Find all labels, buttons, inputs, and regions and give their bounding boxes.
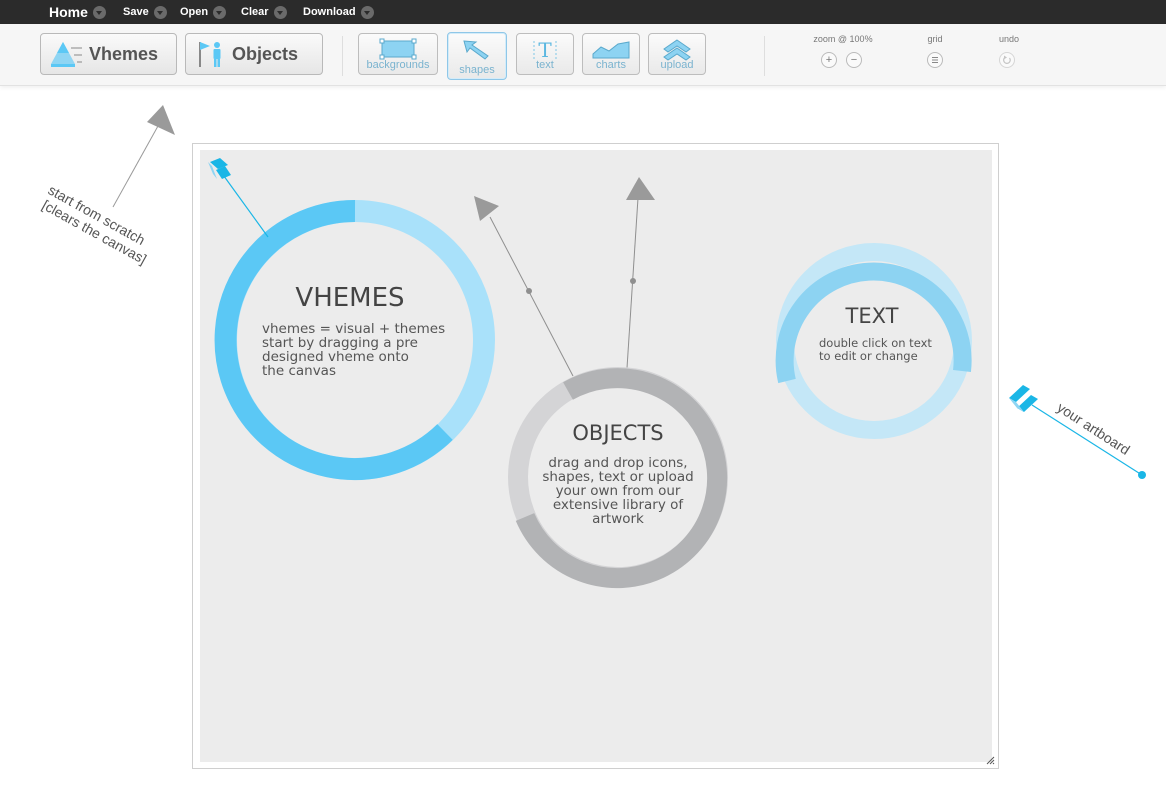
objects-button[interactable]: Objects <box>185 33 323 75</box>
resize-handle-icon[interactable] <box>986 756 995 765</box>
text-text-block[interactable]: TEXT double click on text to edit or cha… <box>819 303 959 362</box>
charts-tool-button[interactable]: charts <box>582 33 640 75</box>
chevron-down-icon[interactable] <box>92 5 106 19</box>
menu-download-label: Download <box>303 6 356 18</box>
objects-line: extensive library of <box>552 497 684 513</box>
objects-line: artwork <box>592 511 644 527</box>
your-artboard-label: your artboard <box>1054 399 1133 458</box>
zoom-out-button[interactable]: − <box>846 52 862 68</box>
grid-toggle-button[interactable] <box>927 52 943 68</box>
vhemes-button[interactable]: Vhemes <box>40 33 177 75</box>
menu-home-label: Home <box>49 4 88 20</box>
zoom-in-button[interactable]: + <box>821 52 837 68</box>
chevron-down-icon[interactable] <box>153 5 167 19</box>
charts-tool-label: charts <box>596 59 626 71</box>
grid-lines-icon <box>932 57 938 63</box>
start-from-scratch-line2: [clears the canvas] <box>40 197 150 268</box>
upload-tool-button[interactable]: upload <box>648 33 706 75</box>
menu-download[interactable]: Download <box>303 0 374 24</box>
vhemes-line: start by dragging a pre <box>262 335 418 351</box>
undo-icon <box>1003 55 1011 64</box>
objects-line: shapes, text or upload <box>542 469 694 485</box>
menu-save-label: Save <box>123 6 149 18</box>
chevron-down-icon[interactable] <box>213 5 227 19</box>
menu-clear-label: Clear <box>241 6 269 18</box>
grid-label: grid <box>927 34 943 44</box>
text-line: to edit or change <box>819 348 918 363</box>
vhemes-line: the canvas <box>262 363 336 379</box>
chevron-down-icon[interactable] <box>273 5 287 19</box>
vhemes-text-block[interactable]: VHEMES vhemes = visual + themes start by… <box>262 282 462 378</box>
vhemes-line: vhemes = visual + themes <box>262 321 446 337</box>
shapes-tool-button[interactable]: shapes <box>447 32 507 80</box>
vhemes-button-label: Vhemes <box>89 43 159 64</box>
objects-button-label: Objects <box>232 43 299 64</box>
vhemes-line: designed vheme onto <box>262 349 409 365</box>
start-from-scratch-line1: start from scratch <box>46 182 148 248</box>
person-flag-icon <box>194 39 226 69</box>
objects-text-block[interactable]: OBJECTS drag and drop icons, shapes, tex… <box>526 420 710 526</box>
zoom-label: zoom @ 100% <box>813 34 873 44</box>
chevron-down-icon[interactable] <box>360 5 374 19</box>
toolbar: Vhemes Objects backgrounds shapes T text… <box>0 24 1166 86</box>
backgrounds-tool-button[interactable]: backgrounds <box>358 33 438 75</box>
top-menu-bar: Home Save Open Clear Download <box>0 0 1166 24</box>
menu-open-label: Open <box>180 6 209 18</box>
text-line: double click on text <box>819 336 932 350</box>
text-tool-button[interactable]: T text <box>516 33 574 75</box>
menu-home[interactable]: Home <box>49 0 106 24</box>
text-tool-label: text <box>536 59 554 71</box>
arrow-shape-icon <box>448 37 506 61</box>
toolbar-divider <box>764 36 765 76</box>
objects-line: your own from our <box>555 483 681 499</box>
menu-save[interactable]: Save <box>123 0 167 24</box>
text-title: TEXT <box>845 304 899 328</box>
vhemes-pyramid-icon <box>49 40 83 68</box>
vhemes-title: VHEMES <box>295 283 405 313</box>
vhemes-body: vhemes = visual + themes start by draggi… <box>262 322 462 378</box>
start-from-scratch-arrow <box>112 105 175 208</box>
objects-line: drag and drop icons, <box>548 455 688 471</box>
undo-label: undo <box>998 34 1020 44</box>
text-body: double click on text to edit or change <box>819 337 959 362</box>
area-chart-icon <box>583 38 639 60</box>
objects-title: OBJECTS <box>572 421 664 445</box>
toolbar-divider <box>342 36 343 76</box>
artboard-pointer <box>1009 385 1146 479</box>
menu-open[interactable]: Open <box>180 0 227 24</box>
upload-tool-label: upload <box>660 59 694 71</box>
backgrounds-tool-label: backgrounds <box>366 59 430 71</box>
backgrounds-icon <box>359 38 437 60</box>
menu-clear[interactable]: Clear <box>241 0 287 24</box>
shapes-tool-label: shapes <box>459 64 495 76</box>
objects-body: drag and drop icons, shapes, text or upl… <box>526 456 710 526</box>
undo-button[interactable] <box>999 52 1015 68</box>
